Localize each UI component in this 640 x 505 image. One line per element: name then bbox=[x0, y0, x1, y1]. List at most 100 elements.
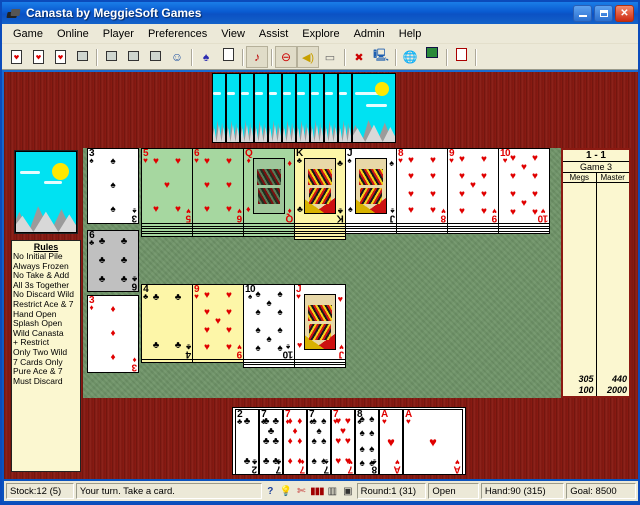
meld-group[interactable]: 9 ♥ 9 ♥ ♥ ♥ ♥ ♥ ♥ ♥ ♥ ♥ ♥ bbox=[447, 148, 499, 235]
cards-status-icon[interactable]: ▮▮▮ bbox=[310, 483, 324, 499]
card-pips: ♣ ♣ ♣ ♣ ♣ ♣ bbox=[98, 235, 128, 286]
menu-item-game[interactable]: Game bbox=[6, 26, 50, 42]
meld-group[interactable]: J ♥ J ♥ ♥ ♥ bbox=[294, 284, 346, 368]
court-suit-icon: ♠ bbox=[389, 157, 394, 168]
menu-item-admin[interactable]: Admin bbox=[347, 26, 392, 42]
sound-volume-icon[interactable]: ◀) bbox=[297, 45, 319, 68]
card-pips: ♥ bbox=[387, 434, 395, 450]
connect-network-icon[interactable] bbox=[100, 46, 122, 68]
meld-group[interactable]: 5 ♥ 5 ♥ ♥ ♥ ♥ ♥ ♥ bbox=[141, 148, 193, 237]
card-pips: ♥ ♥ ♥ ♥ ♥ ♥ ♥ ♥ ♥ bbox=[459, 154, 487, 217]
meld-group[interactable]: 9 ♥ 9 ♥ ♥ ♥ ♥ ♥ ♥ ♥ ♥ ♥ ♥ bbox=[192, 284, 244, 363]
menu-item-explore[interactable]: Explore bbox=[295, 26, 346, 42]
connect-help-icon[interactable] bbox=[122, 46, 144, 68]
maximize-button[interactable] bbox=[594, 4, 613, 22]
rules-panel: Rules No Initial Pile Always Frozen No Tak… bbox=[11, 240, 81, 472]
hand-card-7h[interactable]: 7 ♥ 7 ♥ ♥ ♥ ♥ ♥ ♥ ♥ ♥ bbox=[331, 409, 355, 475]
card-pips: ♠ ♠ ♠ bbox=[110, 156, 116, 215]
opponent-card-back bbox=[324, 73, 338, 143]
opponent-card-back bbox=[254, 73, 268, 143]
meld-nine-hearts-2[interactable]: 9 ♥ 9 ♥ ♥ ♥ ♥ ♥ ♥ ♥ ♥ ♥ ♥ bbox=[192, 284, 244, 360]
opponent-card-back bbox=[268, 73, 282, 143]
opponent-hand bbox=[212, 72, 398, 144]
open-status: Open bbox=[428, 483, 479, 499]
meld-group[interactable]: 10 ♠ 10 ♠ ♠ ♠ ♠ ♠ ♠ ♠ ♠ ♠ ♠ ♠ bbox=[243, 284, 295, 368]
meld-group[interactable]: Q ♦ Q ♦ ♦ ♦ bbox=[243, 148, 295, 237]
music-toggle-icon[interactable]: ♪ bbox=[246, 45, 268, 68]
sound-mute-icon[interactable]: ⊖ bbox=[275, 45, 297, 68]
box-icon[interactable]: ▣ bbox=[341, 483, 355, 499]
meld-group[interactable]: 10 ♥ 10 ♥ ♥ ♥ ♥ ♥ ♥ ♥ ♥ ♥ ♥ ♥ bbox=[498, 148, 550, 235]
meld-five-hearts[interactable]: 5 ♥ 5 ♥ ♥ ♥ ♥ ♥ ♥ bbox=[141, 148, 193, 224]
no-chat-icon[interactable]: ✄ bbox=[295, 483, 309, 499]
hand-card-7c[interactable]: 7 ♣ 7 ♣ ♣ ♣ ♣ ♣ ♣ ♣ ♣ bbox=[259, 409, 283, 475]
turn-message: Your turn. Take a card. bbox=[75, 483, 262, 499]
status-bar: Stock:12 (5) Your turn. Take a card. ? 💡… bbox=[4, 481, 638, 501]
disconnect-icon[interactable] bbox=[144, 46, 166, 68]
meld-king-clubs[interactable]: K ♣ K ♣ ♣ ♣ bbox=[294, 148, 346, 224]
toolbar-separator bbox=[472, 47, 479, 67]
minimize-button[interactable] bbox=[573, 4, 592, 22]
hand-card-8s[interactable]: 8 ♠ 8 ♠ ♠ ♠ ♠ ♠ ♠ ♠ ♠ ♠ bbox=[355, 409, 379, 475]
save-game-icon[interactable] bbox=[49, 46, 71, 68]
opponent-card-back bbox=[282, 73, 296, 143]
hand-card-2c[interactable]: 2 ♣ 2 ♣ ♣ ♣ bbox=[235, 409, 259, 475]
meld-group[interactable]: 8 ♥ 8 ♥ ♥ ♥ ♥ ♥ ♥ ♥ ♥ ♥ bbox=[396, 148, 448, 235]
meld-group[interactable]: J ♠ J ♠ ♠ ♠ bbox=[345, 148, 397, 235]
meld-jack-spades[interactable]: J ♠ J ♠ ♠ ♠ bbox=[345, 148, 397, 224]
three-spades-pile[interactable]: 3 ♠ 3 ♠ ♠ ♠ ♠ bbox=[87, 148, 139, 224]
hand-card-7s[interactable]: 7 ♠ 7 ♠ ♠ ♠ ♠ ♠ ♠ ♠ ♠ bbox=[307, 409, 331, 475]
toolbar-separator bbox=[443, 47, 450, 67]
scorepad-icon[interactable] bbox=[217, 46, 239, 68]
scoreboard: 1 - 1 Game 3 Megs Master 305 100 440 200… bbox=[561, 148, 631, 398]
player-name-2: Master bbox=[600, 173, 625, 182]
meld-jack-hearts[interactable]: J ♥ J ♥ ♥ ♥ bbox=[294, 284, 346, 360]
chat-icon[interactable]: ▭ bbox=[319, 46, 341, 68]
score-sub-1: 100 bbox=[578, 385, 594, 395]
hand-card-7d[interactable]: 7 ♦ 7 ♦ ♦ ♦ ♦ ♦ ♦ ♦ ♦ bbox=[283, 409, 307, 475]
card-pips: ♦ ♦ ♦ bbox=[110, 303, 116, 364]
hint-genie-icon[interactable]: ♠ bbox=[195, 46, 217, 68]
three-diamonds-pile[interactable]: 3 ♦ 3 ♦ ♦ ♦ ♦ bbox=[87, 295, 139, 373]
hand-card-ah2[interactable]: A ♥ A ♥ ♥ bbox=[403, 409, 463, 475]
exit-icon[interactable] bbox=[450, 46, 472, 68]
hand-card-ah1[interactable]: A ♥ A ♥ ♥ bbox=[379, 409, 403, 475]
close-button[interactable]: ✕ bbox=[615, 4, 634, 22]
menu-item-assist[interactable]: Assist bbox=[252, 26, 295, 42]
meld-queen-diamonds[interactable]: Q ♦ Q ♦ ♦ ♦ bbox=[243, 148, 295, 224]
internet-connect-icon[interactable]: 🖳 bbox=[370, 46, 392, 68]
game-logo-card-back bbox=[14, 150, 78, 234]
meld-nine-hearts[interactable]: 9 ♥ 9 ♥ ♥ ♥ ♥ ♥ ♥ ♥ ♥ ♥ ♥ bbox=[447, 148, 499, 224]
meld-group[interactable]: K ♣ K ♣ ♣ ♣ bbox=[294, 148, 346, 240]
sort-icon[interactable]: ▥ bbox=[326, 483, 340, 499]
cards-icon bbox=[6, 6, 22, 20]
toolbar-separator bbox=[93, 47, 100, 67]
meld-eight-hearts[interactable]: 8 ♥ 8 ♥ ♥ ♥ ♥ ♥ ♥ ♥ ♥ ♥ bbox=[396, 148, 448, 224]
meld-ten-hearts[interactable]: 10 ♥ 10 ♥ ♥ ♥ ♥ ♥ ♥ ♥ ♥ ♥ ♥ ♥ bbox=[498, 148, 550, 224]
court-suit-icon: ♣ bbox=[337, 157, 343, 168]
menu-item-view[interactable]: View bbox=[214, 26, 252, 42]
player-profile-icon[interactable]: ☺ bbox=[166, 46, 188, 68]
help-icon[interactable]: ? bbox=[264, 483, 278, 499]
court-suit-icon: ♦ bbox=[287, 157, 292, 168]
new-game-icon[interactable] bbox=[5, 46, 27, 68]
menu-item-preferences[interactable]: Preferences bbox=[141, 26, 214, 42]
globe-icon[interactable]: 🌐 bbox=[399, 46, 421, 68]
rulebook-icon[interactable]: ​ bbox=[421, 46, 443, 68]
window-title: Canasta by MeggieSoft Games bbox=[26, 6, 202, 20]
menu-item-help[interactable]: Help bbox=[392, 26, 429, 42]
menu-item-online[interactable]: Online bbox=[50, 26, 96, 42]
open-game-icon[interactable] bbox=[27, 46, 49, 68]
meld-group[interactable]: 4 ♣ 4 ♣ ♣ ♣ ♣ ♣ bbox=[141, 284, 193, 363]
meld-ten-spades[interactable]: 10 ♠ 10 ♠ ♠ ♠ ♠ ♠ ♠ ♠ ♠ ♠ ♠ ♠ bbox=[243, 284, 295, 360]
six-clubs-pile[interactable]: 6 ♣ 6 ♣ ♣ ♣ ♣ ♣ ♣ ♣ bbox=[87, 230, 139, 292]
title-bar: Canasta by MeggieSoft Games ✕ bbox=[2, 2, 638, 24]
meld-six-hearts[interactable]: 6 ♥ 6 ♥ ♥ ♥ ♥ ♥ ♥ ♥ bbox=[192, 148, 244, 224]
meld-group[interactable]: 6 ♥ 6 ♥ ♥ ♥ ♥ ♥ ♥ ♥ bbox=[192, 148, 244, 237]
meld-four-clubs[interactable]: 4 ♣ 4 ♣ ♣ ♣ ♣ ♣ bbox=[141, 284, 193, 360]
chat-off-icon[interactable]: ✖ bbox=[348, 46, 370, 68]
connect-history-icon[interactable] bbox=[71, 46, 93, 68]
hint-icon[interactable]: 💡 bbox=[279, 483, 293, 499]
player-name-1: Megs bbox=[563, 173, 597, 182]
menu-item-player[interactable]: Player bbox=[96, 26, 141, 42]
